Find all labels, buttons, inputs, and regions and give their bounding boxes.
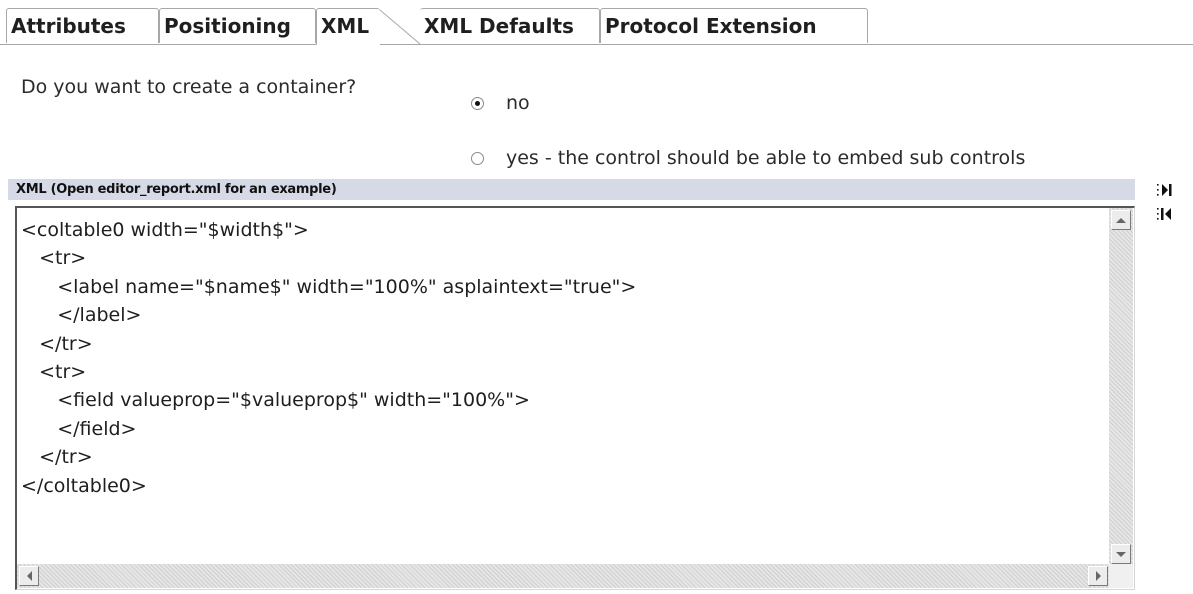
tab-positioning[interactable]: Positioning	[159, 8, 316, 43]
tab-xml-edge	[379, 9, 421, 45]
scrollbar-corner	[1109, 564, 1133, 588]
move-first-icon[interactable]	[1156, 206, 1174, 222]
xml-section-header: XML (Open editor_report.xml for an examp…	[8, 179, 1135, 200]
xml-editor-content[interactable]: <coltable0 width="$width$"> <tr> <label …	[21, 216, 1101, 558]
radio-option-yes[interactable]: yes - the control should be able to embe…	[471, 146, 1025, 170]
tab-attributes[interactable]: Attributes	[6, 8, 159, 43]
arrow-left-icon	[26, 571, 32, 581]
radio-yes-label: yes - the control should be able to embe…	[506, 147, 1026, 169]
scroll-left-button[interactable]	[19, 566, 39, 586]
scroll-down-button[interactable]	[1111, 544, 1131, 564]
arrow-up-icon	[1116, 217, 1126, 223]
tab-bar: Attributes Positioning XML XML Defaults …	[0, 0, 1193, 45]
vertical-scrollbar[interactable]	[1109, 208, 1133, 566]
tab-xml[interactable]: XML	[316, 8, 380, 45]
horizontal-scrollbar[interactable]	[17, 564, 1110, 588]
arrow-down-icon	[1116, 551, 1126, 557]
xml-editor[interactable]: <coltable0 width="$width$"> <tr> <label …	[15, 206, 1135, 590]
arrow-right-icon	[1095, 571, 1101, 581]
move-last-icon[interactable]	[1156, 182, 1174, 198]
container-question-label: Do you want to create a container?	[21, 76, 357, 98]
radio-option-no[interactable]: no	[471, 91, 530, 115]
radio-no-label: no	[506, 92, 530, 114]
tab-xml-defaults[interactable]: XML Defaults	[420, 8, 600, 43]
tab-protocol-extension[interactable]: Protocol Extension	[600, 8, 868, 43]
scroll-up-button[interactable]	[1111, 210, 1131, 230]
radio-no-button[interactable]	[471, 96, 484, 110]
radio-yes-button[interactable]	[471, 151, 484, 165]
scroll-right-button[interactable]	[1088, 566, 1108, 586]
